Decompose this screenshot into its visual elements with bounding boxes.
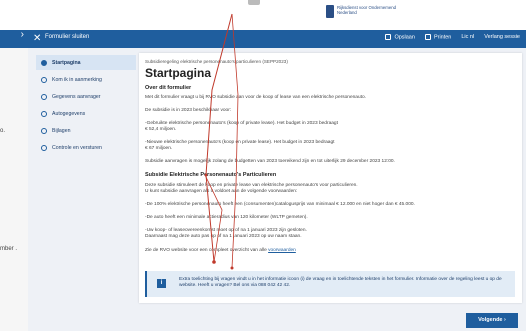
section-heading: Over dit formulier: [145, 85, 192, 91]
paragraph: € 52,4 miljoen.: [145, 127, 177, 132]
paragraph: U kunt subsidie aanvragen als u voldoet …: [145, 189, 298, 194]
step-navigation: Startpagina Kom ik in aanmerking Gegeven…: [36, 55, 136, 157]
info-box: i Extra toelichting bij vragen vindt u i…: [145, 271, 515, 297]
paragraph: -De auto heeft een minimale actieradius …: [145, 215, 308, 220]
nav-item-gegevens-aanvrager[interactable]: Gegevens aanvrager: [36, 89, 136, 104]
page-header: Rijksdienst voor Ondernemend Nederland: [0, 0, 526, 30]
nav-item-label: Bijlagen: [52, 127, 71, 134]
save-icon: [385, 34, 392, 40]
breadcrumb: Subsidieregeling elektrische personenaut…: [145, 59, 288, 64]
paragraph: € 67 miljoen.: [145, 146, 173, 151]
save-button[interactable]: Opslaan: [385, 34, 415, 40]
form-window: ✕ Formulier sluiten Opslaan Printen Lic …: [28, 30, 526, 331]
nav-item-label: Controle en versturen: [52, 144, 102, 151]
nav-item-controle-en-versturen[interactable]: Controle en versturen: [36, 140, 136, 155]
print-label: Printen: [433, 34, 452, 41]
nav-item-startpagina[interactable]: Startpagina: [36, 55, 136, 70]
step-indicator-icon: [41, 127, 47, 134]
content-panel: Subsidieregeling elektrische personenaut…: [139, 53, 522, 303]
paragraph: Daarnaast mag deze auto pas op of na 1 j…: [145, 234, 302, 239]
nav-item-label: Kom ik in aanmerking: [52, 76, 102, 83]
background-text-fragment: mber .: [0, 246, 18, 252]
close-icon[interactable]: ✕: [33, 32, 41, 46]
step-indicator-icon: [41, 144, 47, 151]
step-indicator-icon: [41, 76, 47, 83]
paragraph: Subsidie aanvragen is mogelijk zolang de…: [145, 159, 395, 164]
crest-icon: [326, 5, 334, 18]
app-bar: ✕ Formulier sluiten Opslaan Printen Lic …: [28, 30, 526, 48]
next-button[interactable]: Volgende ›: [466, 313, 518, 328]
nav-item-kom-ik-in-aanmerking[interactable]: Kom ik in aanmerking: [36, 72, 136, 87]
rvo-logo: Rijksdienst voor Ondernemend Nederland: [326, 5, 397, 18]
logo-text: Rijksdienst voor Ondernemend Nederland: [337, 5, 396, 15]
paragraph: Met dit formulier vraagt u bij RVO subsi…: [145, 95, 366, 100]
paragraph: Zie de RVO website voor een compleet ove…: [145, 248, 515, 254]
nav-item-label: Gegevens aanvrager: [52, 93, 101, 100]
step-indicator-icon: [41, 110, 47, 117]
toolbar: Opslaan Printen Lic nl Verlang sessie: [385, 34, 520, 40]
print-button[interactable]: Printen: [424, 34, 452, 41]
info-icon: i: [157, 279, 166, 288]
nav-item-autogegevens[interactable]: Autogegevens: [36, 106, 136, 121]
step-indicator-icon: [41, 93, 47, 100]
print-icon: [424, 34, 431, 40]
language-select[interactable]: Lic nl: [461, 34, 474, 40]
refresh-session-button[interactable]: Verlang sessie: [484, 34, 520, 40]
voorwaarden-link[interactable]: voorwaarden: [268, 248, 296, 253]
paragraph: De subsidie is in 2023 beschikbaar voor:: [145, 108, 232, 113]
background-shape: [248, 0, 260, 5]
section-heading: Subsidie Elektrische Personenauto's Part…: [145, 172, 277, 178]
page-title: Startpagina: [145, 66, 212, 80]
nav-item-label: Startpagina: [52, 59, 81, 66]
nav-item-bijlagen[interactable]: Bijlagen: [36, 123, 136, 138]
close-form-link[interactable]: Formulier sluiten: [45, 34, 89, 40]
background-text-fragment: o.: [0, 128, 6, 134]
nav-item-label: Autogegevens: [52, 110, 86, 117]
step-indicator-icon: [41, 59, 47, 66]
paragraph: -De 100% elektrische personenauto heeft …: [145, 202, 415, 207]
save-label: Opslaan: [394, 34, 415, 41]
info-text: Extra toelichting bij vragen vindt u in …: [179, 277, 502, 288]
paragraph-text: Zie de RVO website voor een compleet ove…: [145, 248, 269, 253]
background-left-strip: › o. mber .: [0, 0, 30, 331]
